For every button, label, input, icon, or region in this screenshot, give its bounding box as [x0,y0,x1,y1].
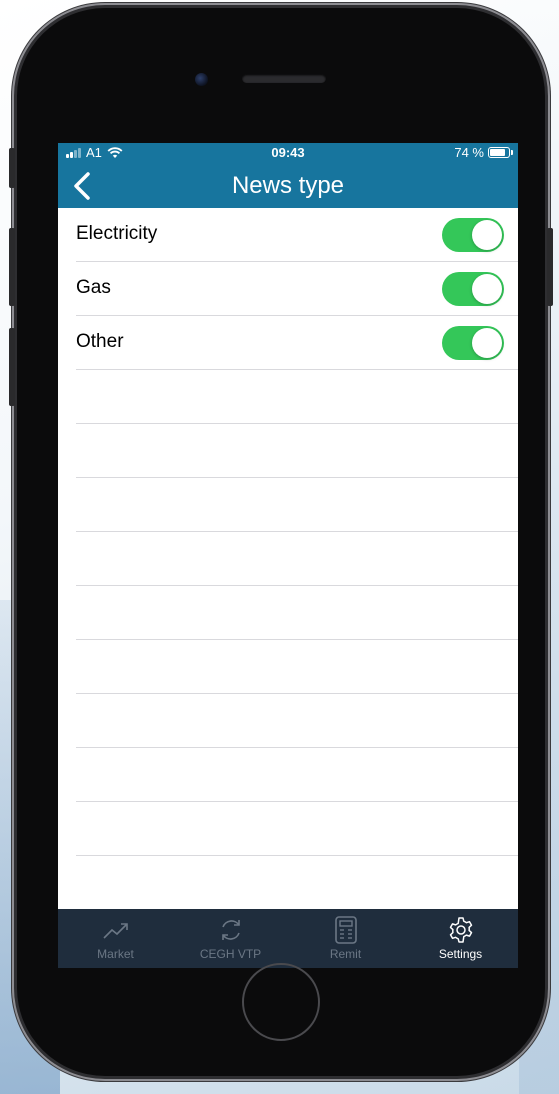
list-item-gas: Gas [76,262,518,316]
battery-icon [488,147,513,158]
earpiece-speaker [242,74,326,83]
tab-market[interactable]: Market [58,909,173,968]
tab-label: CEGH VTP [199,947,262,961]
home-button[interactable] [242,963,320,1041]
gear-icon [449,917,472,943]
tab-label: Remit [329,947,362,961]
other-toggle[interactable] [442,326,504,360]
volume-down-button [9,328,15,406]
navigation-bar: News type [58,163,518,208]
news-type-list: Electricity Gas Other [76,208,518,910]
empty-row [76,478,518,532]
tab-label: Market [97,947,134,961]
volume-up-button [9,228,15,306]
phone-frame: A1 09:43 74 % News type Electricity Gas … [9,8,553,1076]
toggle-knob [472,328,502,358]
gas-toggle[interactable] [442,272,504,306]
empty-row [76,694,518,748]
empty-row [76,370,518,424]
status-right: 74 % [454,145,513,160]
refresh-icon [221,920,240,940]
list-item-label: Electricity [76,223,158,244]
empty-row [76,856,518,910]
toggle-knob [472,220,502,250]
empty-row [76,748,518,802]
app-screen: A1 09:43 74 % News type Electricity Gas … [58,143,518,968]
list-item-label: Gas [76,277,111,298]
trend-up-icon [102,923,128,939]
empty-row [76,586,518,640]
toggle-knob [472,274,502,304]
calculator-icon [334,916,357,944]
empty-row [76,532,518,586]
list-item-label: Other [76,331,124,352]
list-item-other: Other [76,316,518,370]
status-bar: A1 09:43 74 % [58,143,518,163]
tab-label: Settings [438,947,483,961]
front-camera [195,73,208,86]
tab-bar: Market CEGH VTP Remit Settings [58,909,518,968]
electricity-toggle[interactable] [442,218,504,252]
status-time: 09:43 [271,145,305,160]
battery-percent: 74 % [454,145,484,160]
tab-remit[interactable]: Remit [288,909,403,968]
mute-switch [9,148,15,188]
tab-settings[interactable]: Settings [403,909,518,968]
tab-cegh-vtp[interactable]: CEGH VTP [173,909,288,968]
page-title: News type [231,172,345,199]
empty-row [76,424,518,478]
empty-row [76,802,518,856]
power-button [547,228,553,306]
list-item-electricity: Electricity [76,208,518,262]
empty-row [76,640,518,694]
